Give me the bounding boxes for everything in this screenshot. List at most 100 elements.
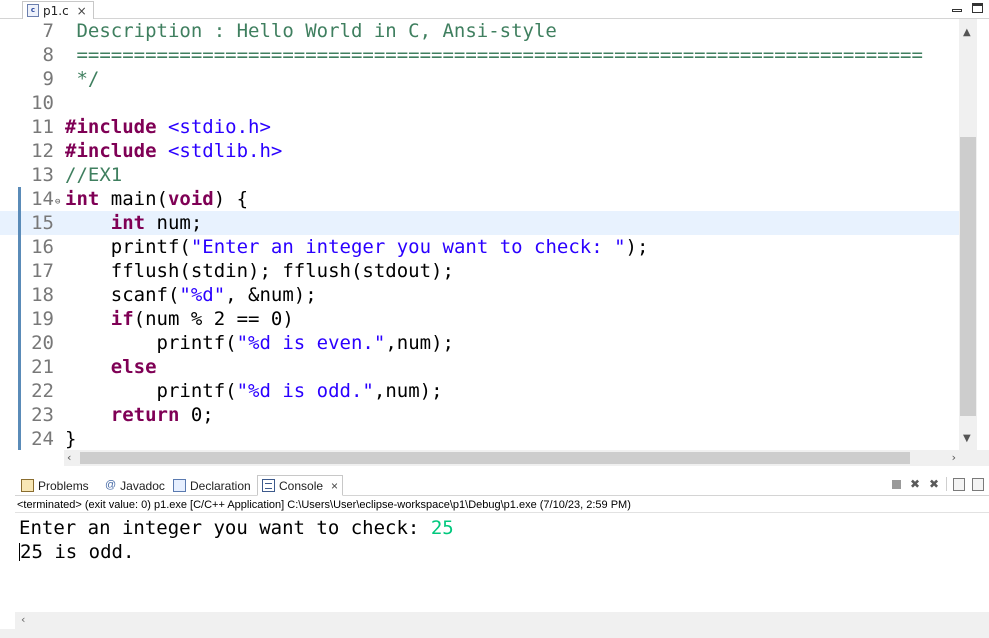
code-text: } (65, 428, 77, 450)
code-line[interactable]: 23 return 0; (0, 403, 960, 427)
terminate-button[interactable] (889, 477, 903, 491)
code-line[interactable]: 14 ⊖ int main(void) { (0, 187, 960, 211)
tab-problems[interactable]: Problems (21, 475, 89, 496)
code-text: Description : Hello World in C, Ansi-sty… (65, 20, 557, 42)
declaration-icon (173, 479, 186, 492)
change-marker (18, 331, 21, 355)
code-text: printf("%d is even.",num); (65, 332, 454, 354)
console-result: 25 is odd. (20, 541, 135, 563)
tab-javadoc[interactable]: @ Javadoc (105, 475, 165, 496)
javadoc-icon: @ (105, 479, 117, 491)
console-prompt: Enter an integer you want to check: (19, 517, 431, 539)
scroll-right-icon[interactable]: › (952, 451, 956, 464)
change-marker (18, 211, 21, 235)
console-output[interactable]: Enter an integer you want to check: 25 2… (15, 514, 989, 614)
window-controls (952, 3, 983, 13)
tab-console[interactable]: Console × (257, 475, 344, 496)
code-text: //EX1 (65, 164, 123, 186)
tab-label: Declaration (190, 478, 251, 493)
scroll-left-icon[interactable]: ‹ (67, 451, 71, 464)
console-user-input: 25 (430, 517, 454, 539)
code-line[interactable]: 13 //EX1 (0, 163, 960, 187)
editor-horizontal-scrollbar[interactable]: ‹ › (64, 450, 959, 466)
code-line[interactable]: 24} (0, 427, 960, 450)
scroll-left-icon[interactable]: ‹ (21, 613, 25, 626)
change-marker (18, 427, 21, 450)
line-number: 8 (42, 44, 54, 66)
code-line[interactable]: 7 Description : Hello World in C, Ansi-s… (0, 19, 960, 43)
code-text: #include <stdlib.h> (65, 140, 283, 162)
scroll-lock-button[interactable] (971, 477, 985, 491)
line-number: 14 (31, 188, 54, 210)
code-line[interactable]: 19 if(num % 2 == 0) (0, 307, 960, 331)
change-marker (18, 355, 21, 379)
code-line[interactable]: 20 printf("%d is even.",num); (0, 331, 960, 355)
minimize-icon[interactable] (952, 9, 962, 12)
close-icon[interactable]: × (77, 4, 87, 18)
console-toolbar: ✖ ✖ (889, 477, 985, 491)
line-number: 22 (31, 380, 54, 402)
code-line[interactable]: 17 fflush(stdin); fflush(stdout); (0, 259, 960, 283)
tab-label: Problems (38, 478, 89, 493)
stop-icon (891, 479, 901, 489)
line-number: 10 (31, 92, 54, 114)
problems-icon (21, 479, 34, 492)
scroll-lock-icon (972, 477, 984, 491)
code-text: fflush(stdin); fflush(stdout); (65, 260, 454, 282)
console-prompt-line: Enter an integer you want to check: 25 (19, 516, 454, 540)
view-tab-bar: Problems @ Javadoc Declaration Console ×… (15, 474, 989, 496)
line-number: 9 (42, 68, 54, 90)
line-number: 7 (42, 20, 54, 42)
close-icon[interactable]: × (331, 479, 338, 493)
console-horizontal-scrollbar[interactable]: ‹ (15, 612, 989, 629)
line-number: 23 (31, 404, 54, 426)
code-line[interactable]: 21 else (0, 355, 960, 379)
code-line[interactable]: 18 scanf("%d", &num); (0, 283, 960, 307)
code-text: if(num % 2 == 0) (110, 308, 294, 330)
scroll-up-icon[interactable]: ▲ (963, 27, 971, 38)
remove-all-button[interactable]: ✖ (927, 477, 941, 491)
remove-launch-button[interactable]: ✖ (908, 477, 922, 491)
code-text: int num; (110, 212, 203, 234)
line-number: 18 (31, 284, 54, 306)
code-text: ========================================… (65, 44, 923, 66)
line-number: 17 (31, 260, 54, 282)
scrollbar-thumb[interactable] (80, 452, 910, 464)
line-number: 12 (31, 140, 54, 162)
code-line[interactable]: 22 printf("%d is odd.",num); (0, 379, 960, 403)
code-line[interactable]: 15 int num; (0, 211, 960, 235)
tab-declaration[interactable]: Declaration (173, 475, 251, 496)
c-file-icon: c (27, 4, 39, 17)
scrollbar-thumb[interactable] (960, 137, 976, 416)
code-text: scanf("%d", &num); (65, 284, 317, 306)
clear-console-button[interactable] (952, 477, 966, 491)
editor-tab-label: p1.c (43, 3, 69, 18)
line-number: 24 (31, 428, 54, 450)
line-number: 20 (31, 332, 54, 354)
line-number: 11 (31, 116, 54, 138)
code-line[interactable]: 11 #include <stdio.h> (0, 115, 960, 139)
editor-vertical-scrollbar[interactable]: ▲ ▼ (959, 19, 977, 450)
console-result-line: 25 is odd. (19, 540, 134, 564)
code-line[interactable]: 9 */ (0, 67, 960, 91)
tab-label: Javadoc (120, 478, 165, 493)
change-marker (18, 187, 21, 211)
line-number: 15 (31, 212, 54, 234)
maximize-icon[interactable] (972, 3, 983, 13)
scroll-down-icon[interactable]: ▼ (963, 433, 971, 444)
change-marker (18, 283, 21, 307)
code-line[interactable]: 16 printf("Enter an integer you want to … (0, 235, 960, 259)
line-number: 19 (31, 308, 54, 330)
code-text: else (110, 356, 157, 378)
code-text: return 0; (110, 404, 214, 426)
code-line[interactable]: 12 #include <stdlib.h> (0, 139, 960, 163)
editor-tab-p1c[interactable]: c p1.c × (22, 1, 94, 19)
status-bar (0, 629, 989, 638)
code-line[interactable]: 10 (0, 91, 960, 115)
code-text: printf("%d is odd.",num); (65, 380, 443, 402)
toolbar-separator (946, 477, 947, 491)
code-editor[interactable]: 7 Description : Hello World in C, Ansi-s… (0, 19, 989, 450)
code-text: */ (65, 68, 100, 90)
code-line[interactable]: 8 ======================================… (0, 43, 960, 67)
tab-label: Console (279, 478, 324, 493)
